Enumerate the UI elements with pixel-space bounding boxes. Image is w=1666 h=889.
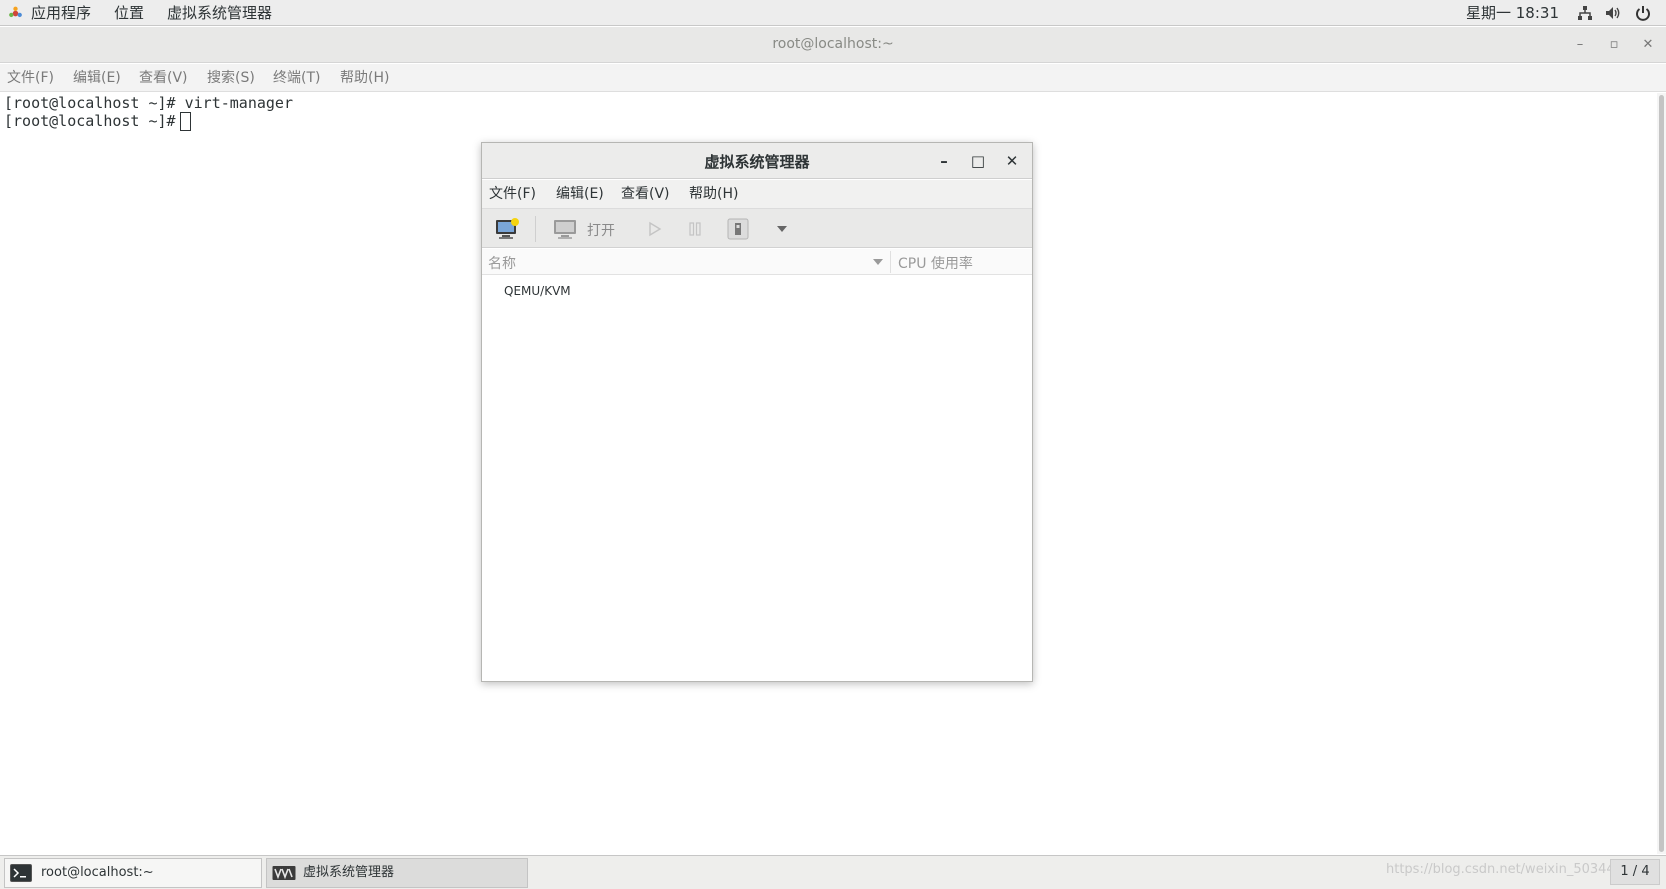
terminal-menubar: 文件(F) 编辑(E) 查看(V) 搜索(S) 终端(T) 帮助(H) [0,64,1666,92]
maximize-button[interactable]: ▫ [1606,37,1622,53]
terminal-title: root@localhost:~ [772,36,894,52]
power-icon[interactable] [1634,4,1652,22]
vm-titlebar[interactable]: 虚拟系统管理器 – □ ✕ [482,143,1032,179]
column-divider[interactable] [890,251,891,273]
task-label: root@localhost:~ [41,865,154,880]
monitor-icon[interactable] [552,217,578,241]
menu-help[interactable]: 帮助(H) [340,69,389,87]
vm-menubar: 文件(F) 编辑(E) 查看(V) 帮助(H) [482,180,1032,208]
close-button[interactable]: ✕ [1003,152,1021,170]
workspace-indicator[interactable]: 1 / 4 [1610,859,1660,885]
menu-file[interactable]: 文件(F) [489,185,536,203]
connection-row-qemu-kvm[interactable]: QEMU/KVM [504,284,571,298]
terminal-icon [10,864,32,882]
active-app-menu[interactable]: 虚拟系统管理器 [167,3,272,23]
menu-help[interactable]: 帮助(H) [689,185,738,203]
vm-list-header: 名称 CPU 使用率 [482,249,1032,275]
network-icon[interactable] [1576,4,1594,22]
dropdown-icon[interactable] [776,225,788,233]
minimize-button[interactable]: – [1572,37,1588,53]
menu-search[interactable]: 搜索(S) [207,69,255,87]
menu-view[interactable]: 查看(V) [139,69,188,87]
shutdown-icon[interactable] [727,218,749,240]
menu-edit[interactable]: 编辑(E) [73,69,121,87]
vm-toolbar: 打开 [482,208,1032,248]
menu-terminal[interactable]: 终端(T) [273,69,320,87]
column-name[interactable]: 名称 [488,253,516,273]
terminal-titlebar[interactable]: root@localhost:~ – ▫ ✕ [0,27,1666,63]
text-cursor [180,112,191,131]
scrollbar-thumb[interactable] [1659,95,1664,852]
applications-icon[interactable] [8,6,23,21]
menu-file[interactable]: 文件(F) [7,69,54,87]
terminal-line: [root@localhost ~]# virt-manager [4,94,293,112]
watermark-text: https://blog.csdn.net/weixin_50344 [1386,862,1615,877]
new-vm-icon[interactable] [494,217,520,241]
toolbar-separator [535,216,536,242]
volume-icon[interactable] [1604,4,1622,22]
sort-arrow-icon[interactable] [873,259,883,265]
maximize-button[interactable]: □ [969,152,987,170]
task-label: 虚拟系统管理器 [303,865,395,880]
minimize-button[interactable]: – [935,152,953,170]
terminal-line: [root@localhost ~]# [4,112,185,130]
task-terminal[interactable]: root@localhost:~ [4,858,262,888]
column-cpu-usage[interactable]: CPU 使用率 [898,253,973,273]
top-bar: 应用程序 位置 虚拟系统管理器 星期一 18:31 [0,0,1666,26]
bottom-taskbar: root@localhost:~ 虚拟系统管理器 https://blog.cs… [0,855,1666,889]
virt-manager-window: 虚拟系统管理器 – □ ✕ 文件(F) 编辑(E) 查看(V) 帮助(H) 打开 [481,142,1033,682]
clock[interactable]: 星期一 18:31 [1466,3,1559,23]
menu-edit[interactable]: 编辑(E) [556,185,604,203]
places-menu[interactable]: 位置 [114,3,144,23]
open-button-label[interactable]: 打开 [587,220,615,240]
terminal-scrollbar[interactable] [1657,93,1666,854]
pause-icon[interactable] [687,221,703,237]
applications-menu[interactable]: 应用程序 [31,3,91,23]
virt-manager-icon [272,866,296,880]
close-button[interactable]: ✕ [1640,37,1656,53]
task-virt-manager[interactable]: 虚拟系统管理器 [266,858,528,888]
menu-view[interactable]: 查看(V) [621,185,670,203]
run-icon[interactable] [647,221,663,237]
